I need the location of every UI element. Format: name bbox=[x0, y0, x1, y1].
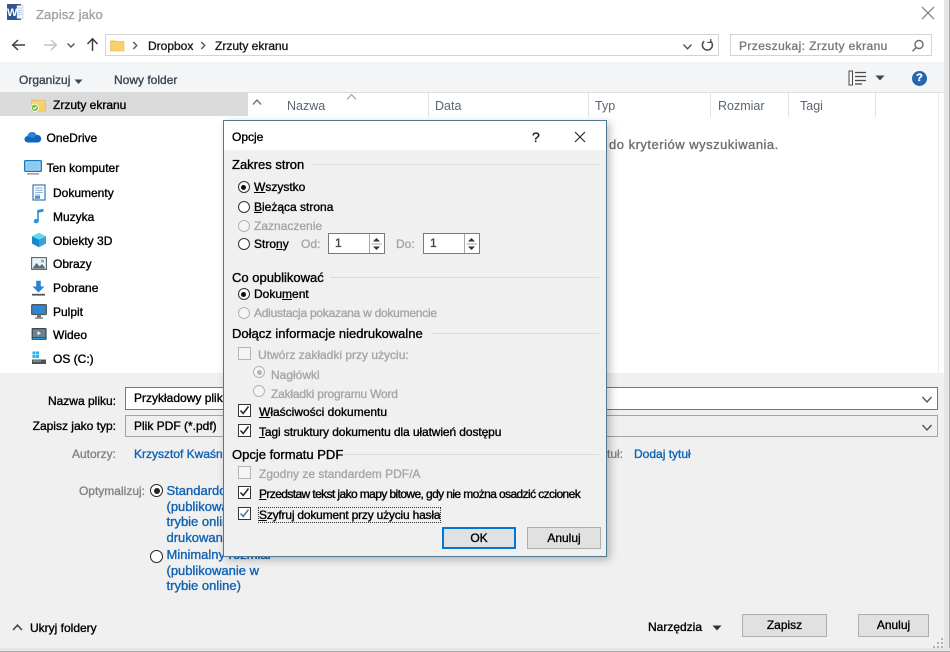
svg-text:W: W bbox=[7, 7, 18, 19]
